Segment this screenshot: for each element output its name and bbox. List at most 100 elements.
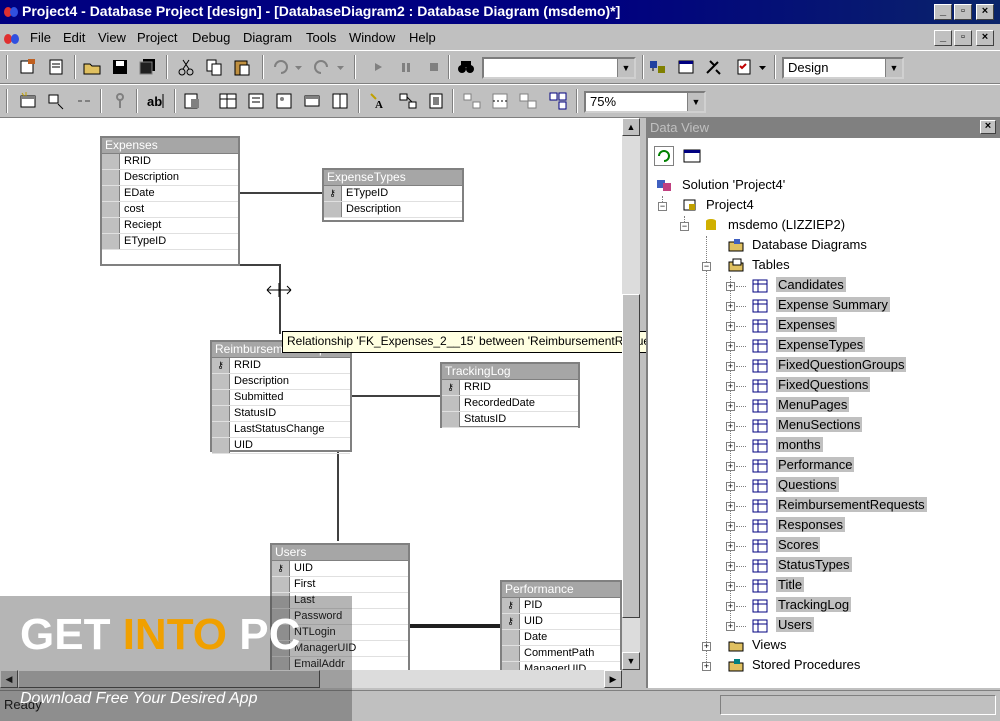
relationship-line[interactable] [279, 264, 281, 334]
chevron-down-icon[interactable]: ▼ [885, 59, 902, 77]
menu-tools[interactable]: Tools [306, 30, 336, 45]
start-icon[interactable] [368, 57, 388, 77]
expand-icon[interactable]: + [726, 482, 735, 491]
solution-config-select[interactable]: Design ▼ [782, 57, 904, 79]
scroll-thumb[interactable] [622, 294, 640, 618]
table-reimbursementrequests[interactable]: ReimbursementRequests ⚷RRID Description … [210, 340, 352, 454]
table-column-row[interactable]: Description [102, 170, 238, 186]
text-annotation-icon[interactable]: ab [146, 91, 166, 111]
doc-close-button[interactable]: × [976, 30, 994, 46]
tree-table-item[interactable]: Expenses [776, 317, 838, 332]
expand-icon[interactable]: + [726, 542, 735, 551]
expand-icon[interactable]: + [726, 322, 735, 331]
expand-icon[interactable]: + [726, 462, 735, 471]
paste-icon[interactable] [232, 57, 252, 77]
tree-table-item[interactable]: Candidates [776, 277, 846, 292]
column-names-icon[interactable] [246, 91, 266, 111]
table-column-row[interactable]: StatusID [212, 406, 350, 422]
menu-debug[interactable]: Debug [192, 30, 230, 45]
tree-table-item[interactable]: Scores [776, 537, 821, 552]
table-column-row[interactable]: Date [502, 630, 620, 646]
tree-tables[interactable]: Tables [752, 257, 790, 272]
undo-icon[interactable] [270, 57, 290, 77]
collapse-icon[interactable]: − [658, 202, 667, 211]
table-column-row[interactable]: EDate [102, 186, 238, 202]
table-column-row[interactable]: UID [212, 438, 350, 454]
menu-diagram[interactable]: Diagram [243, 30, 292, 45]
tree-table-item[interactable]: ReimbursementRequests [776, 497, 927, 512]
tree-table-item[interactable]: months [776, 437, 823, 452]
project-explorer-icon[interactable] [648, 57, 668, 77]
expand-icon[interactable]: + [726, 522, 735, 531]
tree-table-item[interactable]: TrackingLog [776, 597, 852, 612]
table-column-row[interactable]: ⚷ UID [502, 614, 620, 630]
expand-icon[interactable]: + [726, 382, 735, 391]
expand-icon[interactable]: + [726, 622, 735, 631]
save-icon[interactable] [110, 57, 130, 77]
add-related-icon[interactable] [46, 91, 66, 111]
diagram-canvas[interactable]: Expenses RRID Description EDate cost Rec… [0, 118, 622, 670]
break-icon[interactable] [396, 57, 416, 77]
relationship-line-selected[interactable] [410, 624, 502, 628]
tree-table-item[interactable]: Title [776, 577, 805, 592]
page-breaks-icon[interactable] [490, 91, 510, 111]
table-column-row[interactable]: ⚷ ETypeID [324, 186, 462, 202]
undo-dropdown-icon[interactable] [294, 57, 304, 77]
scroll-right-icon[interactable]: ▶ [604, 670, 622, 688]
table-performance[interactable]: Performance ⚷ PID ⚷ UID Date CommentPath M… [500, 580, 622, 670]
table-column-row[interactable]: RecordedDate [442, 396, 578, 412]
toolbox-icon[interactable] [704, 57, 724, 77]
open-icon[interactable] [82, 57, 102, 77]
keys-icon[interactable] [274, 91, 294, 111]
expand-icon[interactable]: + [726, 402, 735, 411]
redo-icon[interactable] [312, 57, 332, 77]
expand-icon[interactable]: + [726, 582, 735, 591]
menu-help[interactable]: Help [409, 30, 436, 45]
chevron-down-icon[interactable]: ▼ [687, 93, 704, 111]
tree-table-item[interactable]: FixedQuestionGroups [776, 357, 907, 372]
menu-file[interactable]: File [30, 30, 51, 45]
zoom-to-fit-icon[interactable] [548, 91, 568, 111]
table-column-row[interactable]: First [272, 577, 408, 593]
table-column-row[interactable]: ⚷ UID [272, 561, 408, 577]
task-list-icon[interactable] [734, 57, 754, 77]
table-view-icon[interactable] [182, 91, 202, 111]
arrange-selection-icon[interactable]: A [368, 91, 388, 111]
table-column-row[interactable]: Submitted [212, 390, 350, 406]
delete-table-icon[interactable] [74, 91, 94, 111]
tree-table-item[interactable]: StatusTypes [776, 557, 852, 572]
tree-table-item[interactable]: Performance [776, 457, 855, 472]
new-project-icon[interactable] [18, 57, 38, 77]
tree-table-item[interactable]: ExpenseTypes [776, 337, 866, 352]
expand-icon[interactable]: + [726, 442, 735, 451]
menu-window[interactable]: Window [349, 30, 395, 45]
expand-icon[interactable]: + [702, 662, 711, 671]
table-trackinglog[interactable]: TrackingLog ⚷ RRID RecordedDate StatusID [440, 362, 580, 428]
chevron-down-icon[interactable]: ▼ [617, 59, 634, 77]
table-column-row[interactable]: RRID [102, 154, 238, 170]
tree-connection[interactable]: msdemo (LIZZIEP2) [728, 217, 845, 232]
expand-icon[interactable]: + [702, 642, 711, 651]
add-item-icon[interactable] [46, 57, 66, 77]
name-only-icon[interactable] [302, 91, 322, 111]
tree-stored-procedures[interactable]: Stored Procedures [752, 657, 860, 672]
expand-icon[interactable]: + [726, 342, 735, 351]
properties-icon[interactable] [682, 146, 702, 166]
table-column-row[interactable]: Description [212, 374, 350, 390]
tree-table-item[interactable]: Questions [776, 477, 839, 492]
arrange-tables-icon[interactable] [398, 91, 418, 111]
relationship-line[interactable] [351, 395, 441, 397]
collapse-icon[interactable]: − [702, 262, 711, 271]
tree-table-item[interactable]: MenuSections [776, 417, 863, 432]
tree-database-diagrams[interactable]: Database Diagrams [752, 237, 867, 252]
table-column-row[interactable]: cost [102, 202, 238, 218]
scroll-down-icon[interactable]: ▼ [622, 652, 640, 670]
table-column-row[interactable]: ETypeID [102, 234, 238, 250]
minimize-button[interactable]: _ [934, 4, 952, 20]
table-column-row[interactable]: ⚷ RRID [212, 358, 350, 374]
cut-icon[interactable] [176, 57, 196, 77]
column-properties-icon[interactable] [218, 91, 238, 111]
table-column-row[interactable]: StatusID [442, 412, 578, 428]
tree-table-item[interactable]: MenuPages [776, 397, 850, 412]
save-all-icon[interactable] [138, 57, 158, 77]
